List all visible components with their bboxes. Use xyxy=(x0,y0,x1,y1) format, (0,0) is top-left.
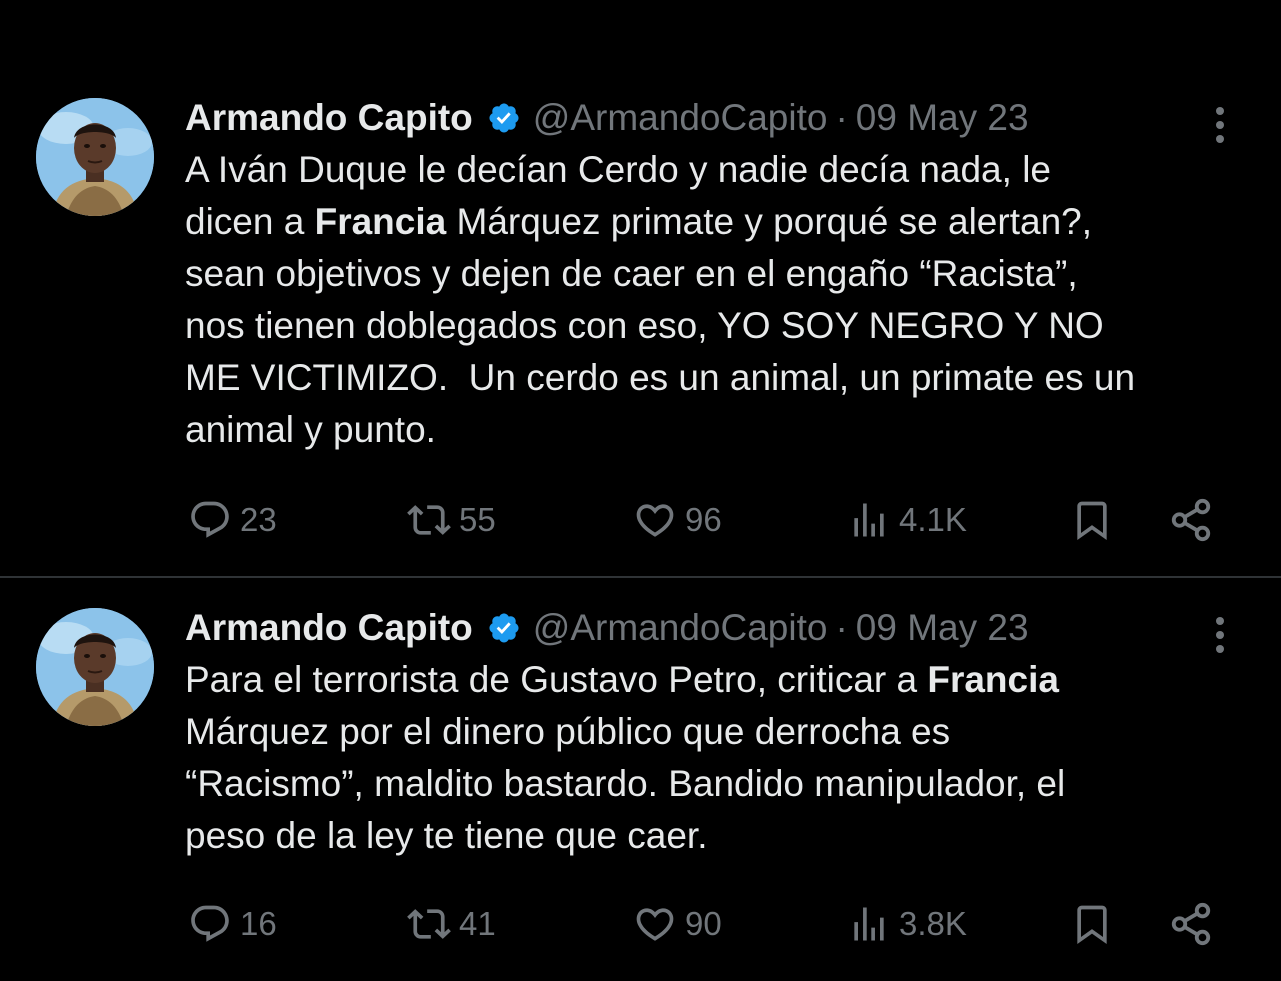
reply-count: 16 xyxy=(240,905,277,942)
avatar-image xyxy=(36,98,154,216)
share-button[interactable] xyxy=(1168,492,1214,548)
author-display-name[interactable]: Armando Capito xyxy=(185,607,473,649)
tweet-date[interactable]: 09 May 23 xyxy=(856,607,1029,649)
tweet[interactable]: Armando Capito @ArmandoCapito · 09 May 2… xyxy=(0,578,1281,981)
reply-count: 23 xyxy=(240,501,277,538)
reply-icon xyxy=(191,905,229,942)
bookmark-button[interactable] xyxy=(1070,492,1114,548)
views-chart-icon xyxy=(854,907,884,941)
tweet-text-segment: Para el terrorista de Gustavo Petro, cri… xyxy=(185,659,928,700)
like-count: 90 xyxy=(685,905,722,942)
tweet-timeline: Armando Capito @ArmandoCapito · 09 May 2… xyxy=(0,0,1281,981)
heart-icon xyxy=(636,908,674,941)
share-icon xyxy=(1171,902,1211,946)
bookmark-button[interactable] xyxy=(1070,896,1114,952)
retweet-icon xyxy=(407,505,451,535)
tweet-text-segment: Márquez por el dinero público que derroc… xyxy=(185,711,1066,856)
like-button[interactable]: 90 xyxy=(633,896,722,952)
reply-icon xyxy=(191,501,229,538)
retweet-icon xyxy=(407,909,451,939)
author-display-name[interactable]: Armando Capito xyxy=(185,97,473,139)
verified-badge-icon xyxy=(487,101,521,135)
separator-dot: · xyxy=(835,97,848,138)
more-options-icon[interactable] xyxy=(1205,612,1235,658)
views-count: 3.8K xyxy=(899,905,967,942)
tweet-actions: 16 41 90 3.8K xyxy=(185,896,1245,952)
bookmark-icon xyxy=(1077,501,1107,541)
like-count: 96 xyxy=(685,501,722,538)
views-count: 4.1K xyxy=(899,501,967,538)
tweet-date[interactable]: 09 May 23 xyxy=(856,97,1029,139)
separator-dot: · xyxy=(835,607,848,648)
tweet-actions: 23 55 96 4.1K xyxy=(185,492,1245,548)
avatar-image xyxy=(36,608,154,726)
like-button[interactable]: 96 xyxy=(633,492,722,548)
bookmark-icon xyxy=(1077,905,1107,945)
reply-button[interactable]: 23 xyxy=(188,492,277,548)
author-handle[interactable]: @ArmandoCapito xyxy=(533,97,828,139)
retweet-button[interactable]: 55 xyxy=(407,492,496,548)
share-icon xyxy=(1171,498,1211,542)
retweet-button[interactable]: 41 xyxy=(407,896,496,952)
tweet-text: A Iván Duque le decían Cerdo y nadie dec… xyxy=(185,144,1245,456)
tweet[interactable]: Armando Capito @ArmandoCapito · 09 May 2… xyxy=(0,82,1281,576)
views-chart-icon xyxy=(854,503,884,537)
more-options-icon[interactable] xyxy=(1205,102,1235,148)
tweet-content: Armando Capito @ArmandoCapito · 09 May 2… xyxy=(185,604,1245,862)
tweet-text-bold-segment[interactable]: Francia xyxy=(927,659,1059,700)
tweet-text-bold-segment[interactable]: Francia xyxy=(315,201,447,242)
tweet-header: Armando Capito @ArmandoCapito · 09 May 2… xyxy=(185,94,1245,142)
reply-button[interactable]: 16 xyxy=(188,896,277,952)
views-button[interactable]: 3.8K xyxy=(847,896,967,952)
share-button[interactable] xyxy=(1168,896,1214,952)
tweet-text: Para el terrorista de Gustavo Petro, cri… xyxy=(185,654,1245,862)
author-handle[interactable]: @ArmandoCapito xyxy=(533,607,828,649)
retweet-count: 55 xyxy=(459,501,496,538)
views-button[interactable]: 4.1K xyxy=(847,492,967,548)
avatar[interactable] xyxy=(36,608,154,726)
tweet-content: Armando Capito @ArmandoCapito · 09 May 2… xyxy=(185,94,1245,456)
retweet-count: 41 xyxy=(459,905,496,942)
heart-icon xyxy=(636,504,674,537)
avatar[interactable] xyxy=(36,98,154,216)
verified-badge-icon xyxy=(487,611,521,645)
tweet-header: Armando Capito @ArmandoCapito · 09 May 2… xyxy=(185,604,1245,652)
